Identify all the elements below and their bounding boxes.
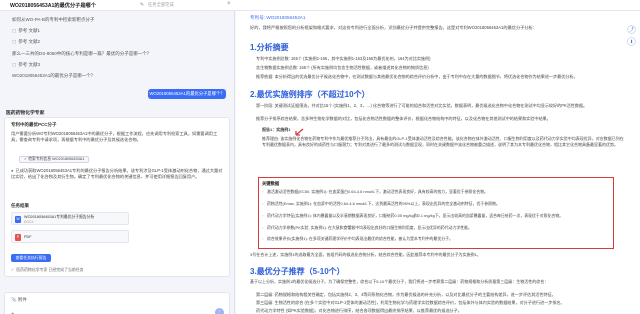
history-question[interactable]: WO2018056453A1的最优分子是哪一个？	[12, 73, 95, 79]
intro-paragraph: 好的，我将严格按照您的分析框架和格式要求，对这份专利进行全面分析，识别最优分子并…	[250, 25, 537, 30]
result-file-item[interactable]: W WO2018056453A1专利最优分子报告分析 DOCX	[11, 212, 129, 225]
patent-number: 专利号: WO2018056453A1	[250, 15, 306, 20]
section-heading: 3.最优分子推荐（5-10个）	[250, 267, 345, 276]
key-data-item: 药代动力学特征(实施例1): 体内暴露量以及半衰期数据表现良好，口服给药0.05…	[262, 213, 611, 219]
response-paragraph: ● 已成功获取WO2018056453A1专利的最优分子报告分析结果，该专利涉及G…	[11, 168, 223, 179]
send-icon[interactable]: ↑	[215, 308, 224, 314]
recommend-reason: 推荐理由: 该实施例化合物在药物专利中作为最优推荐分子列出，具有最佳的GLP-1…	[262, 136, 624, 147]
agent-name: 医药药物化学专家	[6, 111, 45, 116]
file-type: DOCX	[24, 220, 34, 224]
bullet-item: 专利中实施例总数: 165个 (实施例1-165，其中实施例1-163及165为…	[256, 56, 628, 62]
attach-button[interactable]: 📎 附件	[11, 297, 27, 303]
download-icon[interactable]: ⬇	[627, 37, 636, 46]
bullet-item: 第二层级: 药物规格和结构相关性确定，包括实施例2、3、4等同系物化合物，作为最…	[256, 292, 628, 298]
edit-icon[interactable]: ✎	[140, 2, 144, 8]
bullet-item: 第一阶段: 关键测试证据筛选，共对比15个 (实施例1、2、3，…) 化合物等进…	[256, 103, 628, 115]
file-name: WO2018056453A1专利最优分子报告分析	[24, 215, 95, 219]
close-icon[interactable]: ×	[227, 1, 231, 7]
history-question[interactable]: 那么一三共的DS-8050中的核心专利是哪一篇？最优的分子是哪一个？	[12, 51, 151, 57]
result-file-item[interactable]: P PDF	[11, 230, 129, 243]
question-text: 那么一三共的DS-8050中的核心专利是哪一篇？最优的分子是哪一个？	[12, 51, 152, 56]
recommend-label: 报告1：实施例1	[262, 127, 291, 132]
doc-icon: ▢	[12, 39, 17, 44]
check-icon: ●	[11, 168, 14, 173]
question-text: WO2018056453A1的最优分子是哪一个？	[12, 73, 96, 78]
bullet-item: 第三层级: 生物活性的综合 (在多个实验中对GLP-1受体的激动活性)，利用生物…	[256, 300, 628, 306]
bullet-item: 推荐分子排序综合结果，含多种生物化学数据的对比，包括化合物活性数据的整体评价，根…	[256, 116, 628, 122]
section-heading: 1.分析摘要	[250, 43, 289, 52]
check-circle-icon: ✓	[11, 267, 15, 272]
bullet-item: 含生物数据实施例总数: 165个 (所有实施例均包含生物活性数据，或者描述其化合…	[256, 65, 628, 71]
task-complete-line: ✓ 医药药物化学专家 已经完成了当前任务	[11, 267, 84, 272]
pdf-file-icon: P	[15, 234, 21, 241]
user-message-bubble: WO2018056453A1的最优分子是哪个？	[148, 89, 226, 99]
doc-icon: ▢	[12, 28, 17, 33]
key-data-box: 关键数据 激活激动活性数据(EC50, 实施例1): 在血浆蛋白0.64-4.6…	[258, 177, 614, 249]
reference-text: 参考 文献2	[18, 39, 41, 44]
summary-paragraph: 3号在合计上述，实施例1的选取最为全面，各组代码的候选化合物分析，结合综合性能，…	[250, 252, 481, 257]
key-data-item: 药物活性(Emax, 实施例1): 在血浆中的活性0.64-4.6 nmol/L…	[262, 201, 611, 207]
key-data-item: 综合效果评价(实施例1): 在多项关键药理学评价中均表现出最优的综合性能，被认为…	[262, 236, 611, 242]
reference-link[interactable]: ▢ 参考 文献2	[12, 39, 40, 45]
conversation-title: WO2018056453A1的最优分子是哪个	[10, 3, 96, 9]
history-question[interactable]: 如何从WO-PA-B的专利中检索新靶点分子	[12, 17, 94, 23]
share-icon[interactable]: ⤴	[627, 25, 636, 34]
file-name: PDF	[24, 235, 32, 239]
tool-call-pill[interactable]: ✓ 检索专利信息 WO2018056453A1	[19, 156, 90, 163]
bullet-item: 推荐依据: 本分析得出的优选最优分子候选化合物中，在测试数据与其他最优化合物的综…	[256, 74, 628, 80]
response-paragraph: 用户需要分析WO专利WO2018056453A1中的最优分子，根据工作流程，应先…	[11, 131, 218, 142]
reference-text: 参考 文献1	[18, 28, 41, 33]
section-heading: 2.最优实施例排序（不超过10个）	[250, 90, 370, 99]
bullet-item: 药代动力学特性 (如PK实验数据)，对化合物进行排序，结合各项数据得出最终排序结…	[256, 308, 628, 314]
agent-response-card: 专利中的最优PCC分子 用户需要分析WO专利WO2018056453A1中的最优…	[4, 117, 230, 277]
top-bar: WO2018056453A1的最优分子是哪个 ✎ 任务全部完成 ×	[0, 0, 640, 11]
reference-text: 参考 文献3	[18, 62, 41, 67]
chat-input[interactable]: 📎 附件 + ↑	[4, 292, 230, 314]
reference-link[interactable]: ▢ 参考 文献3	[12, 62, 40, 68]
section-intro: 基于以上分析，实施例1的最优化候选分子。为了确保完整性，综合以下5-10个最优分…	[250, 279, 549, 284]
key-data-title: 关键数据	[262, 181, 280, 186]
response-subtitle: 专利中的最优PCC分子	[11, 122, 57, 127]
question-text: 如何从WO-PA-B的专利中检索新靶点分子	[12, 17, 95, 22]
doc-icon: ▢	[12, 62, 17, 67]
report-document: 专利号: WO2018056453A1 好的，我将严格按照您的分析框架和格式要求…	[236, 11, 640, 314]
key-data-item: 激活激动活性数据(EC50, 实施例1): 在血浆蛋白0.64-4.6 nmol…	[262, 189, 611, 195]
task-result-title: 任务结果	[11, 203, 29, 208]
key-data-item: 药代动力学参数(PK实验, 实施例1): 在大鼠和食蟹猴中均表现出良好的口服生物…	[262, 225, 611, 231]
view-report-button[interactable]: 查看任务执行报告	[11, 254, 51, 262]
reference-link[interactable]: ▢ 参考 文献1	[12, 28, 40, 34]
chat-panel: 如何从WO-PA-B的专利中检索新靶点分子 ▢ 参考 文献1 ▢ 参考 文献2 那么…	[0, 11, 235, 314]
task-status-tag: 任务全部完成	[148, 2, 174, 7]
docx-file-icon: W	[15, 216, 21, 223]
